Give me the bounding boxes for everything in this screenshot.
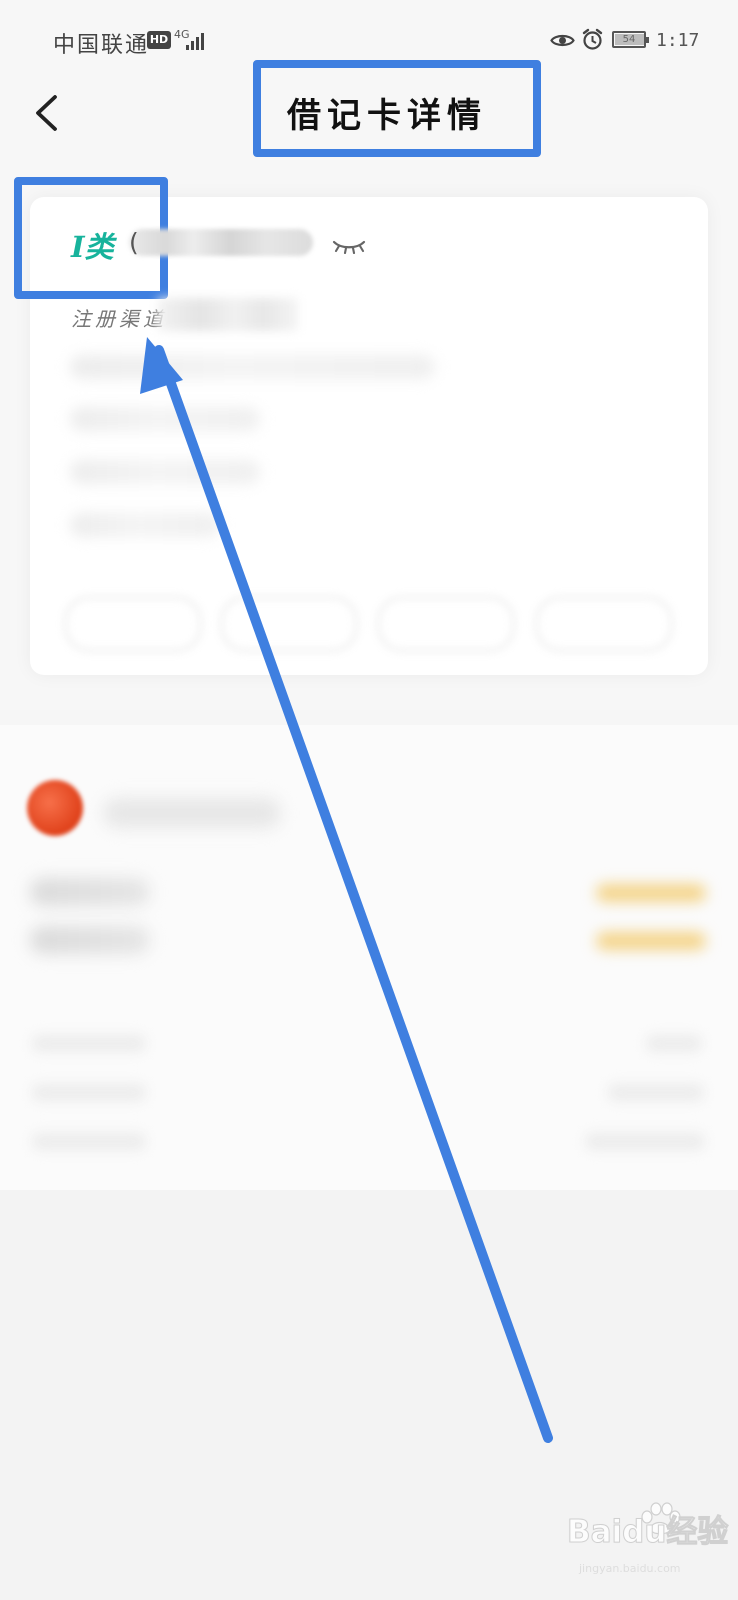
card-detail-row: [70, 407, 260, 431]
eye-icon: [550, 34, 575, 47]
card-action-button[interactable]: [220, 596, 358, 652]
account-icon: [27, 780, 83, 836]
card-action-button[interactable]: [64, 596, 202, 652]
page-title: 借记卡详情: [287, 96, 487, 136]
card-action-button[interactable]: [535, 596, 673, 652]
hd-badge: HD: [147, 31, 171, 49]
detail-row: [32, 1084, 146, 1101]
carrier-name: 中国联通: [53, 33, 150, 58]
register-channel-label: 注册渠道: [71, 307, 167, 331]
available-label: [30, 926, 150, 954]
eye-closed-icon[interactable]: [332, 239, 366, 254]
battery-level: 54: [622, 34, 636, 45]
battery-icon: 54: [612, 31, 649, 48]
phone-screen: 中国联通 HD 4G 54 1:17 借记卡详情 I类 (注册渠道 Baidu…: [0, 0, 738, 1600]
status-time: 1:17: [656, 30, 700, 51]
card-number-prefix: (: [129, 228, 139, 257]
account-section-background: [0, 725, 738, 1190]
baidu-watermark: Baidu经验 jingyan.baidu.com: [566, 1502, 738, 1592]
detail-value: [646, 1035, 702, 1052]
balance-amount: [596, 884, 706, 902]
back-button[interactable]: [28, 92, 70, 134]
masked-card-number: [129, 229, 313, 256]
card-detail-row: [70, 513, 220, 537]
balance-label: [30, 878, 150, 906]
available-amount: [596, 932, 706, 950]
alarm-clock-icon: [582, 28, 603, 50]
card-class-label: I类: [71, 230, 114, 264]
watermark-site: jingyan.baidu.com: [579, 1562, 681, 1575]
detail-row: [32, 1133, 146, 1150]
detail-row: [32, 1035, 146, 1052]
register-channel-mask: [158, 298, 298, 331]
chevron-left-icon: [36, 95, 57, 131]
detail-value: [585, 1133, 705, 1150]
card-action-button[interactable]: [377, 596, 515, 652]
signal-icon: [186, 30, 208, 50]
watermark-brand: Baidu经验: [566, 1514, 729, 1551]
card-detail-row: [70, 460, 260, 484]
card-detail-row: [70, 355, 435, 379]
detail-value: [608, 1084, 704, 1101]
account-heading: [103, 798, 281, 828]
